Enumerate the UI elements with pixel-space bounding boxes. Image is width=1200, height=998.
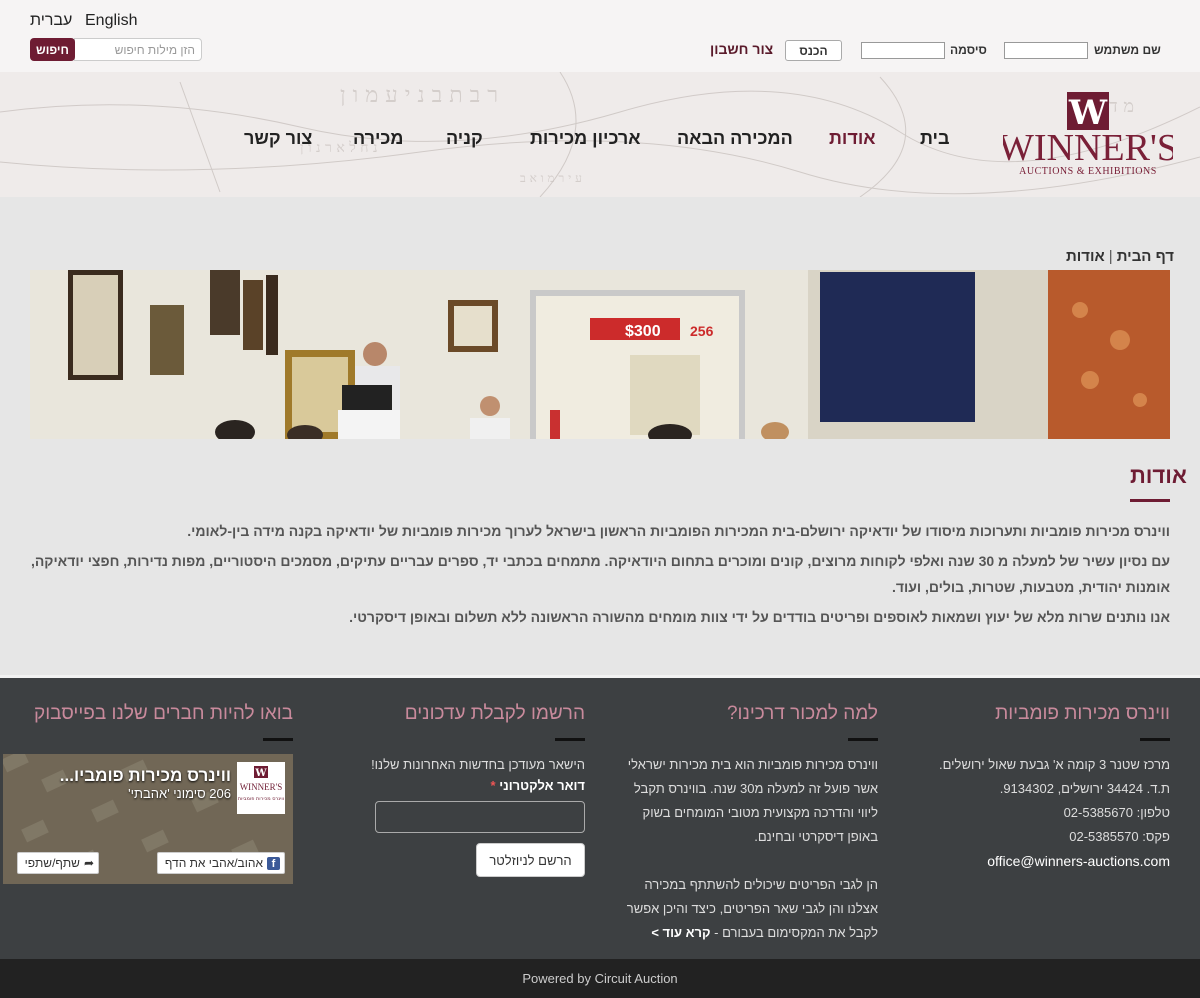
svg-text:ע י ר מ ו א ב: ע י ר מ ו א ב	[520, 171, 582, 185]
newsletter-email-input[interactable]	[375, 801, 585, 833]
breadcrumb-separator: |	[1108, 248, 1113, 265]
nav-item-next-auction[interactable]: המכירה הבאה	[677, 128, 793, 149]
about-paragraph: אנו נותנים שרות מלא של יעוץ ושמאות לאוספ…	[349, 609, 1170, 625]
auction-room-banner-image: $300 256	[30, 270, 1170, 439]
screen-price: $300	[625, 323, 661, 340]
footer-heading-rule	[848, 738, 878, 741]
login-button[interactable]: הכנס	[785, 40, 842, 61]
breadcrumb-home-link[interactable]: דף הבית	[1117, 248, 1174, 265]
main-navigation: בית אודות המכירה הבאה ארכיון מכירות קניה…	[0, 128, 1200, 152]
breadcrumb-current: אודות	[1066, 248, 1105, 265]
facebook-share-button[interactable]: ➦ שתף/שתפי	[17, 852, 99, 874]
footer-heading-rule	[1140, 738, 1170, 741]
footer-contact-info: מרכז שטנר 3 קומה א' גבעת שאול ירושלים. ת…	[930, 753, 1170, 873]
password-label: סיסמה	[950, 43, 987, 57]
footer-newsletter-heading: הרשמו לקבלת עדכונים	[404, 703, 585, 724]
nav-item-about[interactable]: אודות	[829, 128, 876, 149]
search-form: חיפוש	[30, 38, 202, 61]
footer-why-sell-paragraph: ווינרס מכירות פומביות הוא בית מכירות ישר…	[627, 757, 878, 844]
svg-text:ווינרס מכירות פומביות: ווינרס מכירות פומביות	[238, 796, 284, 802]
nav-item-home[interactable]: בית	[920, 128, 950, 149]
screen-lot: 256	[690, 323, 714, 339]
username-label: שם משתמש	[1094, 43, 1161, 57]
footer-why-sell-paragraph-2: הן לגבי הפריטים שיכולים להשתתף במכירה אצ…	[626, 877, 878, 940]
footer-heading-rule	[555, 738, 585, 741]
about-content: ווינרס מכירות פומביות ותערוכות מיסודו של…	[30, 518, 1170, 634]
nav-item-buy[interactable]: קניה	[446, 128, 483, 149]
about-paragraph: עם נסיון עשיר של למעלה מ 30 שנה ואלפי לק…	[30, 553, 1170, 595]
nav-item-auction-archive[interactable]: ארכיון מכירות	[530, 128, 641, 149]
svg-text:AUCTIONS & EXHIBITIONS: AUCTIONS & EXHIBITIONS	[1019, 166, 1157, 177]
powered-by-link[interactable]: Powered by Circuit Auction	[0, 971, 1200, 986]
footer-fax: פקס: 02-5385570	[1069, 829, 1170, 844]
facebook-like-button[interactable]: f אהוב/אהבי את הדף	[157, 852, 285, 874]
footer-email-link[interactable]: office@winners-auctions.com	[930, 849, 1170, 873]
facebook-icon: f	[267, 856, 280, 870]
svg-text:WINNER'S: WINNER'S	[240, 782, 283, 792]
search-button[interactable]: חיפוש	[30, 38, 75, 61]
facebook-page-name[interactable]: ווינרס מכירות פומביו...	[60, 766, 231, 786]
footer-company-heading: ווינרס מכירות פומביות	[995, 703, 1170, 724]
password-field[interactable]	[861, 42, 945, 59]
footer-why-sell-text: ווינרס מכירות פומביות הוא בית מכירות ישר…	[623, 753, 878, 945]
username-field[interactable]	[1004, 42, 1088, 59]
search-input[interactable]	[74, 38, 202, 61]
svg-text:ר ב ת ב נ י ע מ ו ן: ר ב ת ב נ י ע מ ו ן	[340, 83, 498, 108]
breadcrumb: דף הבית|אודות	[1066, 248, 1174, 265]
newsletter-intro: הישאר מעודכן בחדשות האחרונות שלנו!	[371, 757, 585, 772]
footer-address: מרכז שטנר 3 קומה א' גבעת שאול ירושלים.	[939, 757, 1170, 772]
language-english-link[interactable]: English	[85, 12, 137, 30]
read-more-link[interactable]: קרא עוד >	[651, 925, 710, 940]
share-arrow-icon: ➦	[83, 856, 94, 870]
footer-why-sell-heading: למה למכור דרכינו?	[726, 703, 878, 724]
facebook-like-count: 206 סימוני 'אהבתי'	[128, 786, 231, 801]
about-paragraph: ווינרס מכירות פומביות ותערוכות מיסודו של…	[187, 523, 1170, 539]
page-title: אודות	[1130, 463, 1187, 488]
facebook-page-widget[interactable]: W WINNER'S ווינרס מכירות פומביות ווינרס …	[3, 754, 293, 884]
footer-facebook-heading: בואו להיות חברים שלנו בפייסבוק	[34, 703, 293, 724]
create-account-link[interactable]: צור חשבון	[710, 41, 773, 57]
svg-text:W: W	[254, 768, 267, 779]
nav-item-sell[interactable]: מכירה	[353, 128, 403, 149]
title-underline	[1130, 499, 1170, 502]
footer-heading-rule	[263, 738, 293, 741]
footer-pobox: ת.ד. 34424 ירושלים, 9134302.	[999, 781, 1170, 796]
language-hebrew-link[interactable]: עברית	[30, 12, 72, 30]
newsletter-email-label: דואר אלקטרוני *	[490, 778, 585, 793]
required-mark: *	[490, 778, 496, 793]
top-bar: English עברית חיפוש צור חשבון הכנס סיסמה…	[0, 0, 1200, 72]
nav-item-contact[interactable]: צור קשר	[244, 128, 312, 149]
footer-phone: טלפון: 02-5385670	[1063, 805, 1170, 820]
newsletter-subscribe-button[interactable]: הרשם לניוזלטר	[476, 843, 585, 877]
facebook-page-logo: W WINNER'S ווינרס מכירות פומביות	[237, 762, 285, 814]
